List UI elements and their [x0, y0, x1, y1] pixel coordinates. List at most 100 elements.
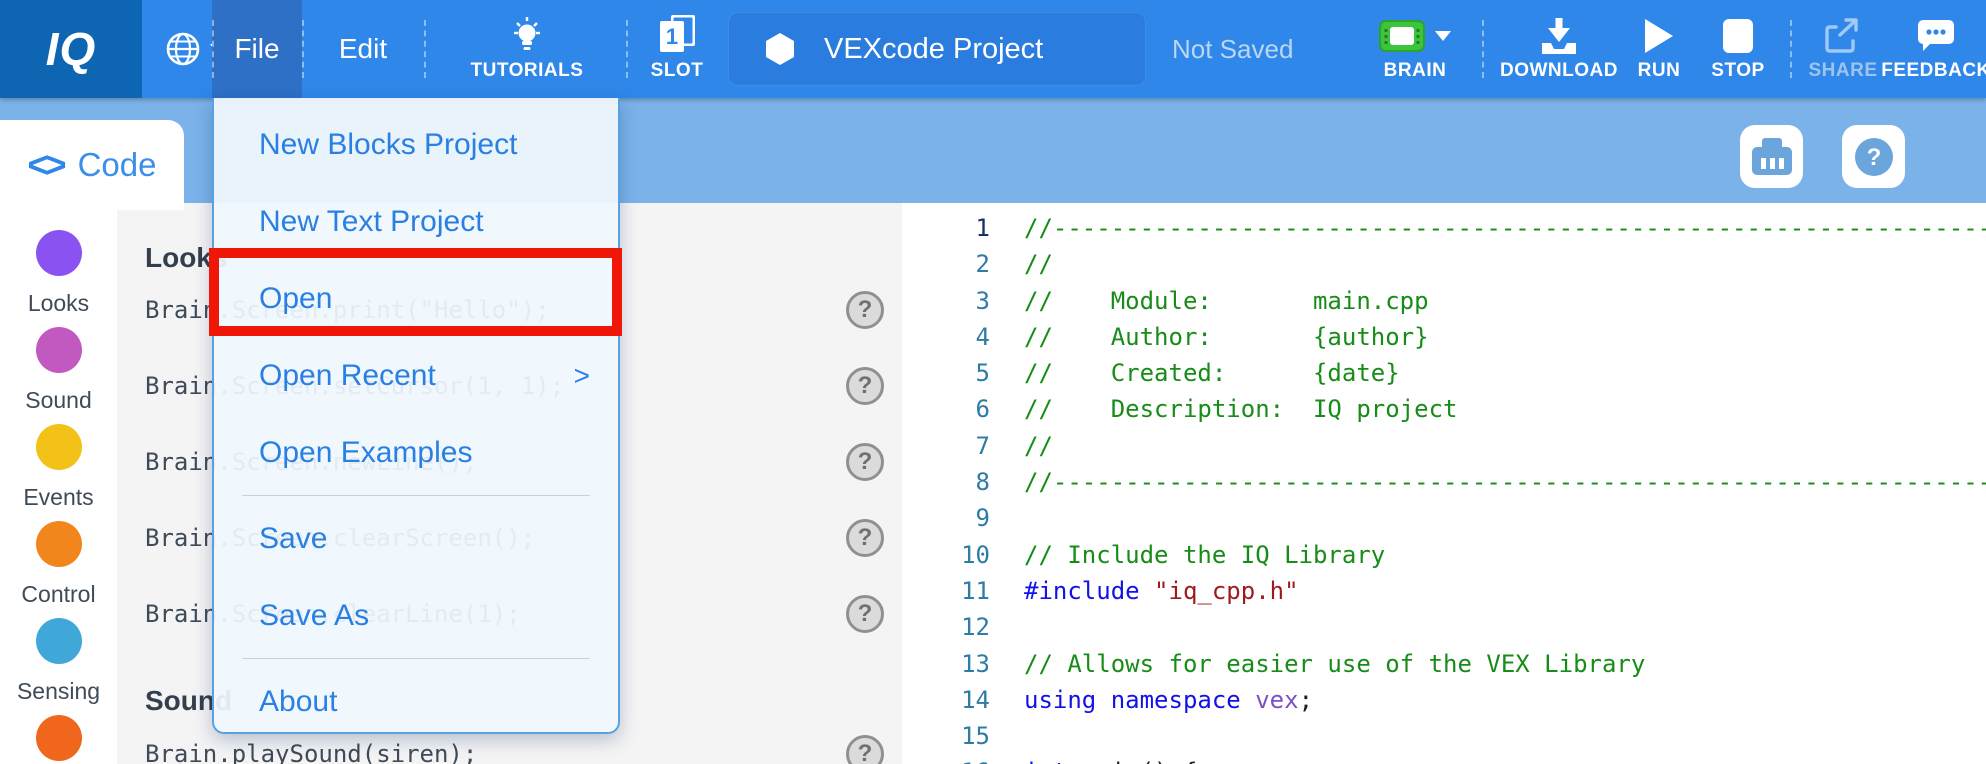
code-line[interactable]: 4 // Author: {author} [902, 319, 1986, 355]
code-line[interactable]: 10 // Include the IQ Library [902, 537, 1986, 573]
sidebar-category-control[interactable]: Control [0, 521, 117, 608]
file-menu-item-new-text-project[interactable]: New Text Project [214, 183, 618, 260]
feedback-bubble-icon [1916, 18, 1956, 54]
help-button[interactable]: ? [1842, 125, 1905, 188]
slot-button[interactable]: 1 SLOT [632, 0, 722, 98]
category-circle-icon[interactable] [36, 715, 82, 761]
top-toolbar: IQ File Edit [0, 0, 1986, 98]
device-info-button[interactable] [1740, 125, 1803, 188]
brain-label: BRAIN [1384, 60, 1447, 82]
line-number: 9 [902, 500, 990, 536]
command-help-button[interactable]: ? [846, 595, 884, 633]
code-token: // Author: {author} [1024, 323, 1429, 351]
app-logo: IQ [0, 0, 142, 98]
code-token: vex [1255, 686, 1298, 714]
category-label: Events [23, 484, 93, 511]
code-token: // Include the IQ Library [1024, 541, 1385, 569]
menu-divider [242, 658, 590, 659]
code-line[interactable]: 6// Description: IQ project [902, 391, 1986, 427]
file-menu-item-save[interactable]: Save [214, 500, 618, 577]
stop-button[interactable]: STOP [1700, 0, 1776, 98]
feedback-button[interactable]: FEEDBACK [1886, 0, 1986, 98]
line-number: 1 [902, 210, 990, 246]
code-token: "iq_cpp.h" [1154, 577, 1299, 605]
menu-edit[interactable]: Edit [318, 0, 408, 98]
sidebar-category-events[interactable]: Events [0, 424, 117, 511]
command-help-button[interactable]: ? [846, 367, 884, 405]
command-help-button[interactable]: ? [846, 735, 884, 764]
code-line[interactable]: 13// Allows for easier use of the VEX Li… [902, 646, 1986, 682]
file-menu-item-new-blocks-project[interactable]: New Blocks Project [214, 106, 618, 183]
code-editor[interactable]: 1 //-------------------------------------… [902, 203, 1986, 764]
file-menu-item-about[interactable]: About [214, 663, 618, 740]
category-circle-icon[interactable] [36, 521, 82, 567]
code-token: //--------------------------------------… [1024, 214, 1986, 242]
line-number: 10 [902, 537, 990, 573]
command-help-button[interactable]: ? [846, 291, 884, 329]
line-number: 4 [902, 319, 990, 355]
code-line[interactable]: 16int main() { [902, 754, 1986, 764]
code-text: using namespace vex; [1024, 682, 1313, 718]
code-token: main() { [1067, 758, 1197, 764]
line-number: 5 [902, 355, 990, 391]
command-text: Brain.playSound(siren); [145, 740, 477, 764]
code-token: //--------------------------------------… [1024, 468, 1986, 496]
code-line[interactable]: 7// [902, 428, 1986, 464]
code-text: int main() { [1024, 754, 1197, 764]
code-token: // Module: main.cpp [1024, 287, 1429, 315]
feedback-label: FEEDBACK [1881, 60, 1986, 82]
code-line[interactable]: 1 //-------------------------------------… [902, 210, 1986, 246]
line-number: 12 [902, 609, 990, 645]
code-line[interactable]: 15 [902, 718, 1986, 754]
command-help-button[interactable]: ? [846, 443, 884, 481]
line-number: 2 [902, 246, 990, 282]
lightbulb-icon [509, 16, 545, 56]
brain-button[interactable]: BRAIN [1352, 0, 1478, 98]
code-text: //--------------------------------------… [1024, 210, 1986, 246]
sidebar-category-looks[interactable]: Looks [0, 230, 117, 317]
slot-label: SLOT [651, 60, 704, 82]
file-menu-item-save-as[interactable]: Save As [214, 577, 618, 654]
run-label: RUN [1638, 60, 1681, 82]
tab-code[interactable]: <> Code [0, 120, 184, 210]
code-line[interactable]: 3 // Module: main.cpp [902, 283, 1986, 319]
code-line[interactable]: 14using namespace vex; [902, 682, 1986, 718]
category-circle-icon[interactable] [36, 618, 82, 664]
run-button[interactable]: RUN [1626, 0, 1692, 98]
share-button[interactable]: SHARE [1800, 0, 1886, 98]
sidebar-category-partial[interactable] [0, 715, 117, 761]
code-text: // Created: {date} [1024, 355, 1400, 391]
file-menu-item-open-recent[interactable]: Open Recent> [214, 337, 618, 414]
category-circle-icon[interactable] [36, 327, 82, 373]
globe-icon [164, 30, 202, 68]
code-token: namespace [1111, 686, 1241, 714]
code-line[interactable]: 11#include "iq_cpp.h" [902, 573, 1986, 609]
menu-file[interactable]: File [212, 0, 302, 98]
tutorials-label: TUTORIALS [471, 60, 584, 82]
svg-text:?: ? [1866, 144, 1881, 171]
project-name-button[interactable]: VEXcode Project [728, 12, 1146, 86]
sidebar-category-sensing[interactable]: Sensing [0, 618, 117, 705]
file-menu-item-open[interactable]: Open [214, 260, 618, 337]
sidebar-category-sound[interactable]: Sound [0, 327, 117, 414]
code-line[interactable]: 12 [902, 609, 1986, 645]
download-button[interactable]: DOWNLOAD [1496, 0, 1622, 98]
command-category-sidebar: Looks Sound Events Control Sensing [0, 203, 117, 764]
slot-icon: 1 [654, 14, 700, 58]
code-line[interactable]: 8 //-------------------------------------… [902, 464, 1986, 500]
code-text: //--------------------------------------… [1024, 464, 1986, 500]
code-line[interactable]: 2 // [902, 246, 1986, 282]
category-circle-icon[interactable] [36, 424, 82, 470]
code-token: // [1024, 250, 1053, 278]
code-line[interactable]: 5 // Created: {date} [902, 355, 1986, 391]
command-help-button[interactable]: ? [846, 519, 884, 557]
chevron-down-icon [1435, 31, 1451, 41]
line-number: 3 [902, 283, 990, 319]
tutorials-button[interactable]: TUTORIALS [438, 0, 616, 98]
category-circle-icon[interactable] [36, 230, 82, 276]
code-line[interactable]: 9 [902, 500, 1986, 536]
line-number: 8 [902, 464, 990, 500]
category-label: Control [21, 581, 95, 608]
file-menu-item-open-examples[interactable]: Open Examples [214, 414, 618, 491]
vexcode-iq-window: Looks Sound Events Control Sensing Looks Brai… [0, 0, 1986, 764]
